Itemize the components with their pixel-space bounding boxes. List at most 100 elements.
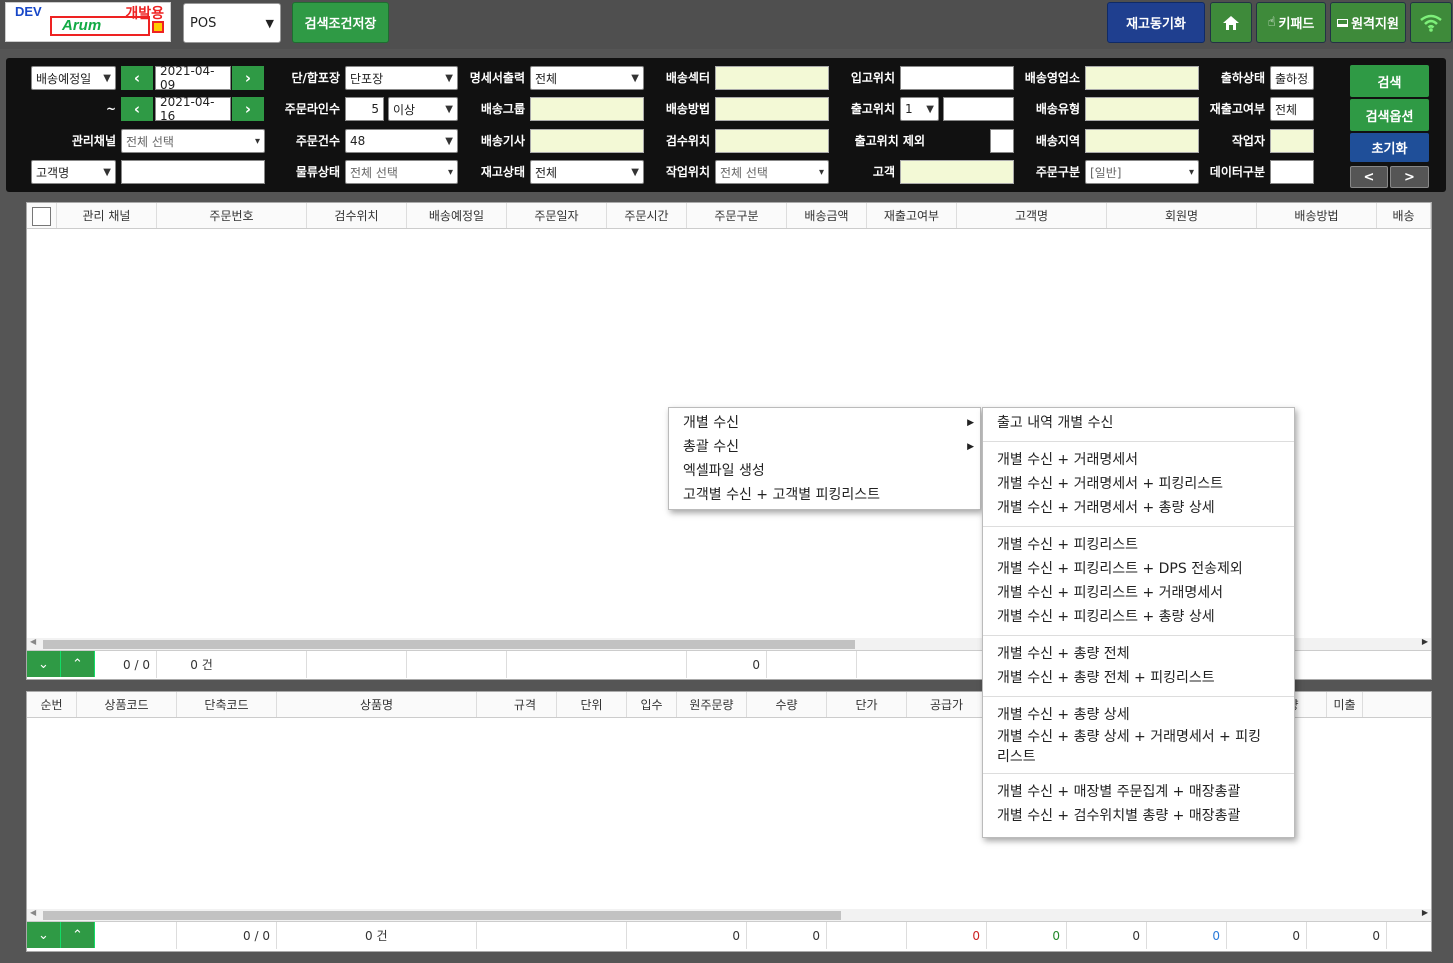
out-loc-input[interactable] bbox=[943, 97, 1014, 121]
col-header[interactable]: 공급가 bbox=[907, 692, 987, 717]
col-header[interactable]: 주문시간 bbox=[607, 203, 687, 228]
date-to-prev-button[interactable]: ‹ bbox=[121, 97, 153, 121]
scroll-thumb[interactable] bbox=[43, 640, 855, 649]
col-header[interactable]: 원주문량 bbox=[677, 692, 747, 717]
date-from-next-button[interactable]: › bbox=[232, 66, 264, 90]
col-header[interactable]: 회원명 bbox=[1107, 203, 1257, 228]
center-input[interactable] bbox=[715, 66, 829, 90]
order-lines-input[interactable]: 5 bbox=[345, 97, 384, 121]
col-header[interactable]: 검수위치 bbox=[307, 203, 407, 228]
submenu-item[interactable]: 개별 수신 + 총량 상세 + 거래명세서 + 피킹 bbox=[983, 727, 1294, 747]
in-loc-input[interactable] bbox=[900, 66, 1014, 90]
customer-search-input[interactable] bbox=[121, 160, 265, 184]
col-header[interactable]: 미출 bbox=[1327, 692, 1363, 717]
channel-select[interactable]: 전체 선택 ▾ bbox=[121, 129, 265, 153]
date-to-next-button[interactable]: › bbox=[232, 97, 264, 121]
method-input[interactable] bbox=[715, 97, 829, 121]
prev-page-button[interactable]: < bbox=[1350, 166, 1388, 188]
menu-item-excel[interactable]: 엑셀파일 생성 bbox=[669, 459, 980, 483]
pos-select[interactable]: POS ▼ bbox=[183, 3, 281, 43]
select-all-checkbox[interactable] bbox=[32, 207, 51, 226]
product-grid-hscroll[interactable]: ◀ ▶ bbox=[27, 908, 1431, 921]
customer-input[interactable] bbox=[900, 160, 1014, 184]
reship-select[interactable]: 전체 bbox=[1270, 97, 1314, 121]
expand-up-button[interactable]: ⌃ bbox=[61, 651, 95, 677]
col-header[interactable]: 단축코드 bbox=[177, 692, 277, 717]
submenu-item[interactable]: 개별 수신 + 총량 전체 bbox=[983, 642, 1294, 666]
order-lines-op-select[interactable]: 이상 ▼ bbox=[388, 97, 458, 121]
submenu-item[interactable]: 개별 수신 + 거래명세서 + 총량 상세 bbox=[983, 496, 1294, 520]
submenu-item-continued[interactable]: 리스트 bbox=[983, 747, 1294, 767]
order-type-select[interactable]: [일반] ▾ bbox=[1085, 160, 1199, 184]
menu-item-customer-receive[interactable]: 고객별 수신 + 고객별 피킹리스트 bbox=[669, 483, 980, 507]
date-from-input[interactable]: 2021-04-09 bbox=[155, 64, 231, 92]
submenu-item[interactable]: 개별 수신 + 총량 상세 bbox=[983, 703, 1294, 727]
col-header[interactable]: 재출고여부 bbox=[867, 203, 957, 228]
submenu-item[interactable]: 개별 수신 + 검수위치별 총량 + 매장총괄 bbox=[983, 804, 1294, 828]
col-header[interactable]: 단위 bbox=[557, 692, 627, 717]
logistics-select[interactable]: 전체 선택 ▾ bbox=[345, 160, 458, 184]
expand-up-button[interactable]: ⌃ bbox=[61, 922, 95, 948]
scroll-right-icon[interactable]: ▶ bbox=[1422, 637, 1428, 646]
col-header[interactable]: 고객명 bbox=[957, 203, 1107, 228]
stock-status-select[interactable]: 전체 ▼ bbox=[530, 160, 644, 184]
work-loc-select[interactable]: 전체 선택 ▾ bbox=[715, 160, 829, 184]
submenu-item[interactable]: 개별 수신 + 피킹리스트 + DPS 전송제외 bbox=[983, 557, 1294, 581]
statement-select[interactable]: 전체 ▼ bbox=[530, 66, 644, 90]
col-header[interactable]: 상품코드 bbox=[77, 692, 177, 717]
col-header[interactable]: 입수 bbox=[627, 692, 677, 717]
ship-type-input[interactable] bbox=[1085, 97, 1199, 121]
search-button[interactable]: 검색 bbox=[1350, 65, 1429, 97]
col-header[interactable]: 배송금액 bbox=[787, 203, 867, 228]
keypad-button[interactable]: ☝ 키패드 bbox=[1256, 2, 1326, 43]
order-count-select[interactable]: 48 ▼ bbox=[345, 129, 458, 153]
wifi-status-button[interactable] bbox=[1410, 2, 1452, 43]
office-input[interactable] bbox=[1085, 66, 1199, 90]
menu-item-bulk-receive[interactable]: 총괄 수신 ▶ bbox=[669, 435, 980, 459]
col-header[interactable]: 주문구분 bbox=[687, 203, 787, 228]
col-header[interactable]: 주문일자 bbox=[507, 203, 607, 228]
submenu-item[interactable]: 개별 수신 + 피킹리스트 bbox=[983, 533, 1294, 557]
col-header[interactable]: 상품명 bbox=[277, 692, 477, 717]
remote-support-button[interactable]: 원격지원 bbox=[1330, 2, 1406, 43]
menu-item-individual-receive[interactable]: 개별 수신 ▶ bbox=[669, 411, 980, 435]
col-header[interactable]: 배송예정일 bbox=[407, 203, 507, 228]
stock-sync-button[interactable]: 재고동기화 bbox=[1107, 2, 1205, 43]
submenu-item[interactable]: 개별 수신 + 피킹리스트 + 거래명세서 bbox=[983, 581, 1294, 605]
date-from-prev-button[interactable]: ‹ bbox=[121, 66, 153, 90]
reset-button[interactable]: 초기화 bbox=[1350, 133, 1429, 162]
search-option-button[interactable]: 검색옵션 bbox=[1350, 99, 1429, 131]
save-search-button[interactable]: 검색조건저장 bbox=[292, 2, 389, 43]
data-type-input[interactable] bbox=[1270, 160, 1314, 184]
inspect-loc-input[interactable] bbox=[715, 129, 829, 153]
pack-select[interactable]: 단포장 ▼ bbox=[345, 66, 458, 90]
col-header[interactable]: 순번 bbox=[27, 692, 77, 717]
expand-down-button[interactable]: ⌄ bbox=[27, 922, 61, 948]
submenu-item[interactable]: 개별 수신 + 매장별 주문집계 + 매장총괄 bbox=[983, 780, 1294, 804]
col-header[interactable]: 주문번호 bbox=[157, 203, 307, 228]
scroll-right-icon[interactable]: ▶ bbox=[1422, 908, 1428, 917]
home-button[interactable] bbox=[1210, 2, 1252, 43]
region-input[interactable] bbox=[1085, 129, 1199, 153]
ship-group-input[interactable] bbox=[530, 97, 644, 121]
scroll-left-icon[interactable]: ◀ bbox=[30, 637, 36, 646]
date-type-select[interactable]: 배송예정일 ▼ bbox=[31, 66, 116, 90]
expand-down-button[interactable]: ⌄ bbox=[27, 651, 61, 677]
customer-type-select[interactable]: 고객명 ▼ bbox=[31, 160, 116, 184]
scroll-left-icon[interactable]: ◀ bbox=[30, 908, 36, 917]
submenu-item[interactable]: 개별 수신 + 피킹리스트 + 총량 상세 bbox=[983, 605, 1294, 629]
next-page-button[interactable]: > bbox=[1390, 166, 1429, 188]
submenu-item[interactable]: 개별 수신 + 거래명세서 bbox=[983, 448, 1294, 472]
date-to-input[interactable]: 2021-04-16 bbox=[155, 95, 231, 123]
col-header[interactable]: 단가 bbox=[827, 692, 907, 717]
submenu-item[interactable]: 개별 수신 + 총량 전체 + 피킹리스트 bbox=[983, 666, 1294, 690]
col-header[interactable]: 수량 bbox=[747, 692, 827, 717]
col-header[interactable]: 배송 bbox=[1377, 203, 1431, 228]
out-loc-select[interactable]: 1 ▼ bbox=[900, 97, 939, 121]
col-header[interactable]: 관리 채널 bbox=[57, 203, 157, 228]
col-header[interactable]: 규격 bbox=[477, 692, 557, 717]
driver-input[interactable] bbox=[530, 129, 644, 153]
ship-status-select[interactable]: 출하정소 bbox=[1270, 66, 1314, 90]
submenu-item[interactable]: 출고 내역 개별 수신 bbox=[983, 411, 1294, 435]
submenu-item[interactable]: 개별 수신 + 거래명세서 + 피킹리스트 bbox=[983, 472, 1294, 496]
